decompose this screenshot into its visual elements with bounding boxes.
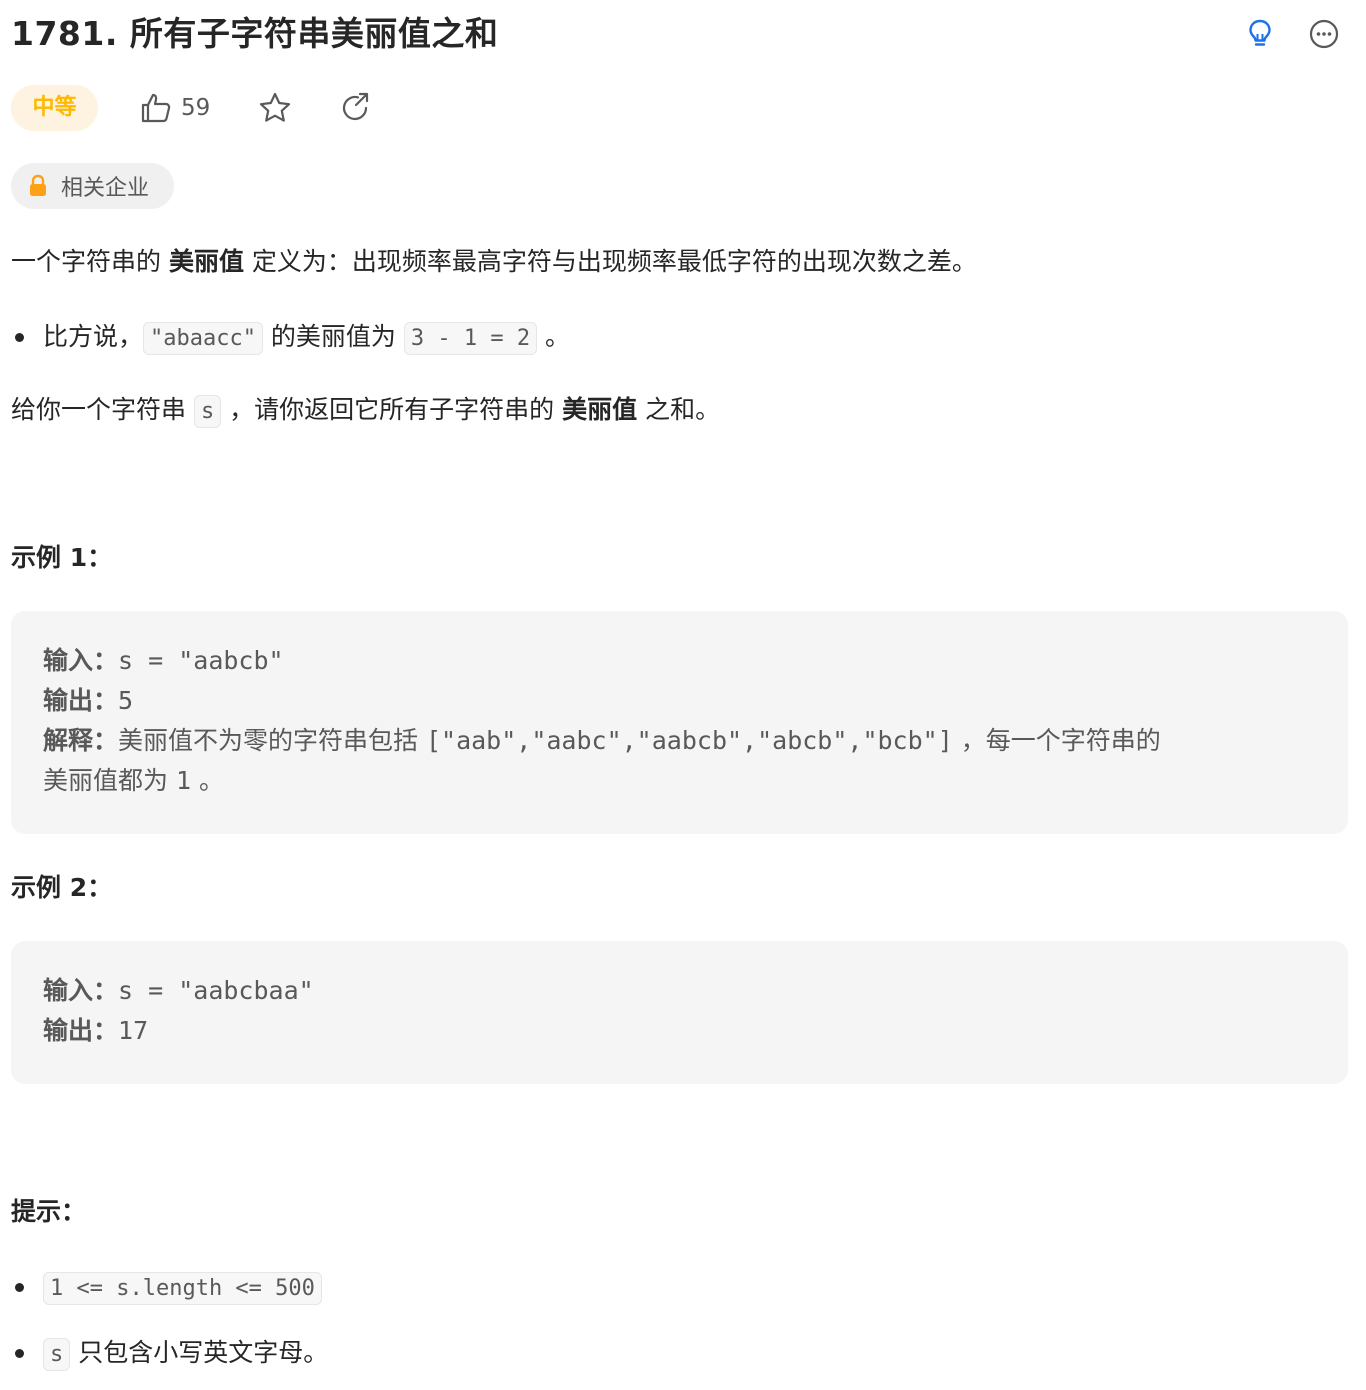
example-input-line: 输入：s = "aabcbaa" bbox=[43, 971, 1316, 1011]
example-explain-line-2: 美丽值都为 1 。 bbox=[43, 761, 1316, 801]
related-companies-button[interactable]: 相关企业 bbox=[11, 163, 174, 209]
star-icon[interactable] bbox=[258, 91, 292, 125]
explain-text: 。 bbox=[191, 766, 224, 795]
bullet-dot bbox=[15, 1349, 24, 1358]
input-label: 输入： bbox=[43, 646, 119, 675]
bullet-dot bbox=[15, 1283, 24, 1292]
inline-code: "abaacc" bbox=[143, 322, 263, 355]
task-bold: 美丽值 bbox=[562, 395, 638, 424]
like-count: 59 bbox=[181, 95, 211, 121]
output-label: 输出： bbox=[43, 686, 119, 715]
example-output-line: 输出：17 bbox=[43, 1011, 1316, 1051]
lock-icon bbox=[30, 174, 46, 196]
lightbulb-icon[interactable] bbox=[1244, 18, 1276, 50]
inline-code: s bbox=[43, 1338, 71, 1371]
description-text: 定义为：出现频率最高字符与出现频率最低字符的出现次数之差。 bbox=[243, 247, 977, 276]
bullet-text: 比方说， bbox=[43, 322, 144, 351]
input-label: 输入： bbox=[43, 976, 119, 1005]
constraints-title: 提示： bbox=[11, 1197, 87, 1226]
constraint-text: 只包含小写英文字母。 bbox=[70, 1338, 329, 1367]
meta-row: 中等 59 bbox=[11, 85, 611, 131]
example-1-title: 示例 1： bbox=[11, 543, 113, 572]
description-text: 一个字符串的 bbox=[11, 247, 169, 276]
example-2-box: 输入：s = "aabcbaa" 输出：17 bbox=[11, 941, 1348, 1084]
output-value: 5 bbox=[118, 686, 134, 715]
output-label: 输出： bbox=[43, 1016, 119, 1045]
explain-text: ，每一个字符串的 bbox=[952, 726, 1161, 755]
bullet-text: 。 bbox=[537, 322, 571, 351]
example-output-line: 输出：5 bbox=[43, 681, 1316, 721]
description-paragraph: 一个字符串的 美丽值 定义为：出现频率最高字符与出现频率最低字符的出现次数之差。 bbox=[11, 245, 977, 279]
explain-text: 美丽值不为零的字符串包括 bbox=[118, 726, 426, 755]
related-companies-label: 相关企业 bbox=[61, 176, 150, 201]
explain-label: 解释： bbox=[43, 726, 119, 755]
input-value: s = "aabcbaa" bbox=[118, 976, 314, 1005]
explain-code: ["aab","aabc","aabcb","abcb","bcb"] bbox=[425, 726, 953, 755]
example-2-title: 示例 2： bbox=[11, 873, 113, 902]
inline-code: 3 - 1 = 2 bbox=[403, 322, 538, 355]
task-text: 给你一个字符串 bbox=[11, 395, 194, 424]
bullet-item: 比方说， "abaacc" 的美丽值为 3 - 1 = 2 。 bbox=[43, 320, 570, 356]
output-value: 17 bbox=[118, 1016, 149, 1045]
constraint-item: s 只包含小写英文字母。 bbox=[43, 1336, 328, 1372]
input-value: s = "aabcb" bbox=[118, 646, 284, 675]
share-icon[interactable] bbox=[338, 91, 372, 125]
more-icon[interactable] bbox=[1308, 18, 1340, 50]
inline-code: s bbox=[193, 395, 222, 428]
title-row: 1781. 所有子字符串美丽值之和 bbox=[11, 12, 1356, 56]
task-paragraph: 给你一个字符串 s ，请你返回它所有子字符串的 美丽值 之和。 bbox=[11, 393, 720, 429]
page-title: 1781. 所有子字符串美丽值之和 bbox=[11, 14, 499, 53]
description-bold: 美丽值 bbox=[168, 247, 244, 276]
example-1-box: 输入：s = "aabcb" 输出：5 解释：美丽值不为零的字符串包括 ["aa… bbox=[11, 611, 1348, 834]
bullet-text: 的美丽值为 bbox=[262, 322, 404, 351]
like-button[interactable]: 59 bbox=[139, 89, 210, 127]
thumbs-up-icon bbox=[141, 93, 171, 123]
example-explain-line: 解释：美丽值不为零的字符串包括 ["aab","aabc","aabcb","a… bbox=[43, 721, 1316, 761]
explain-code: 1 bbox=[175, 766, 192, 795]
task-text: ，请你返回它所有子字符串的 bbox=[221, 395, 563, 424]
explain-text: 美丽值都为 bbox=[43, 766, 176, 795]
bullet-dot bbox=[15, 333, 24, 342]
task-text: 之和。 bbox=[637, 395, 721, 424]
constraint-item: 1 <= s.length <= 500 bbox=[43, 1270, 322, 1306]
example-input-line: 输入：s = "aabcb" bbox=[43, 641, 1316, 681]
difficulty-badge: 中等 bbox=[11, 85, 98, 131]
inline-code: 1 <= s.length <= 500 bbox=[43, 1272, 322, 1305]
